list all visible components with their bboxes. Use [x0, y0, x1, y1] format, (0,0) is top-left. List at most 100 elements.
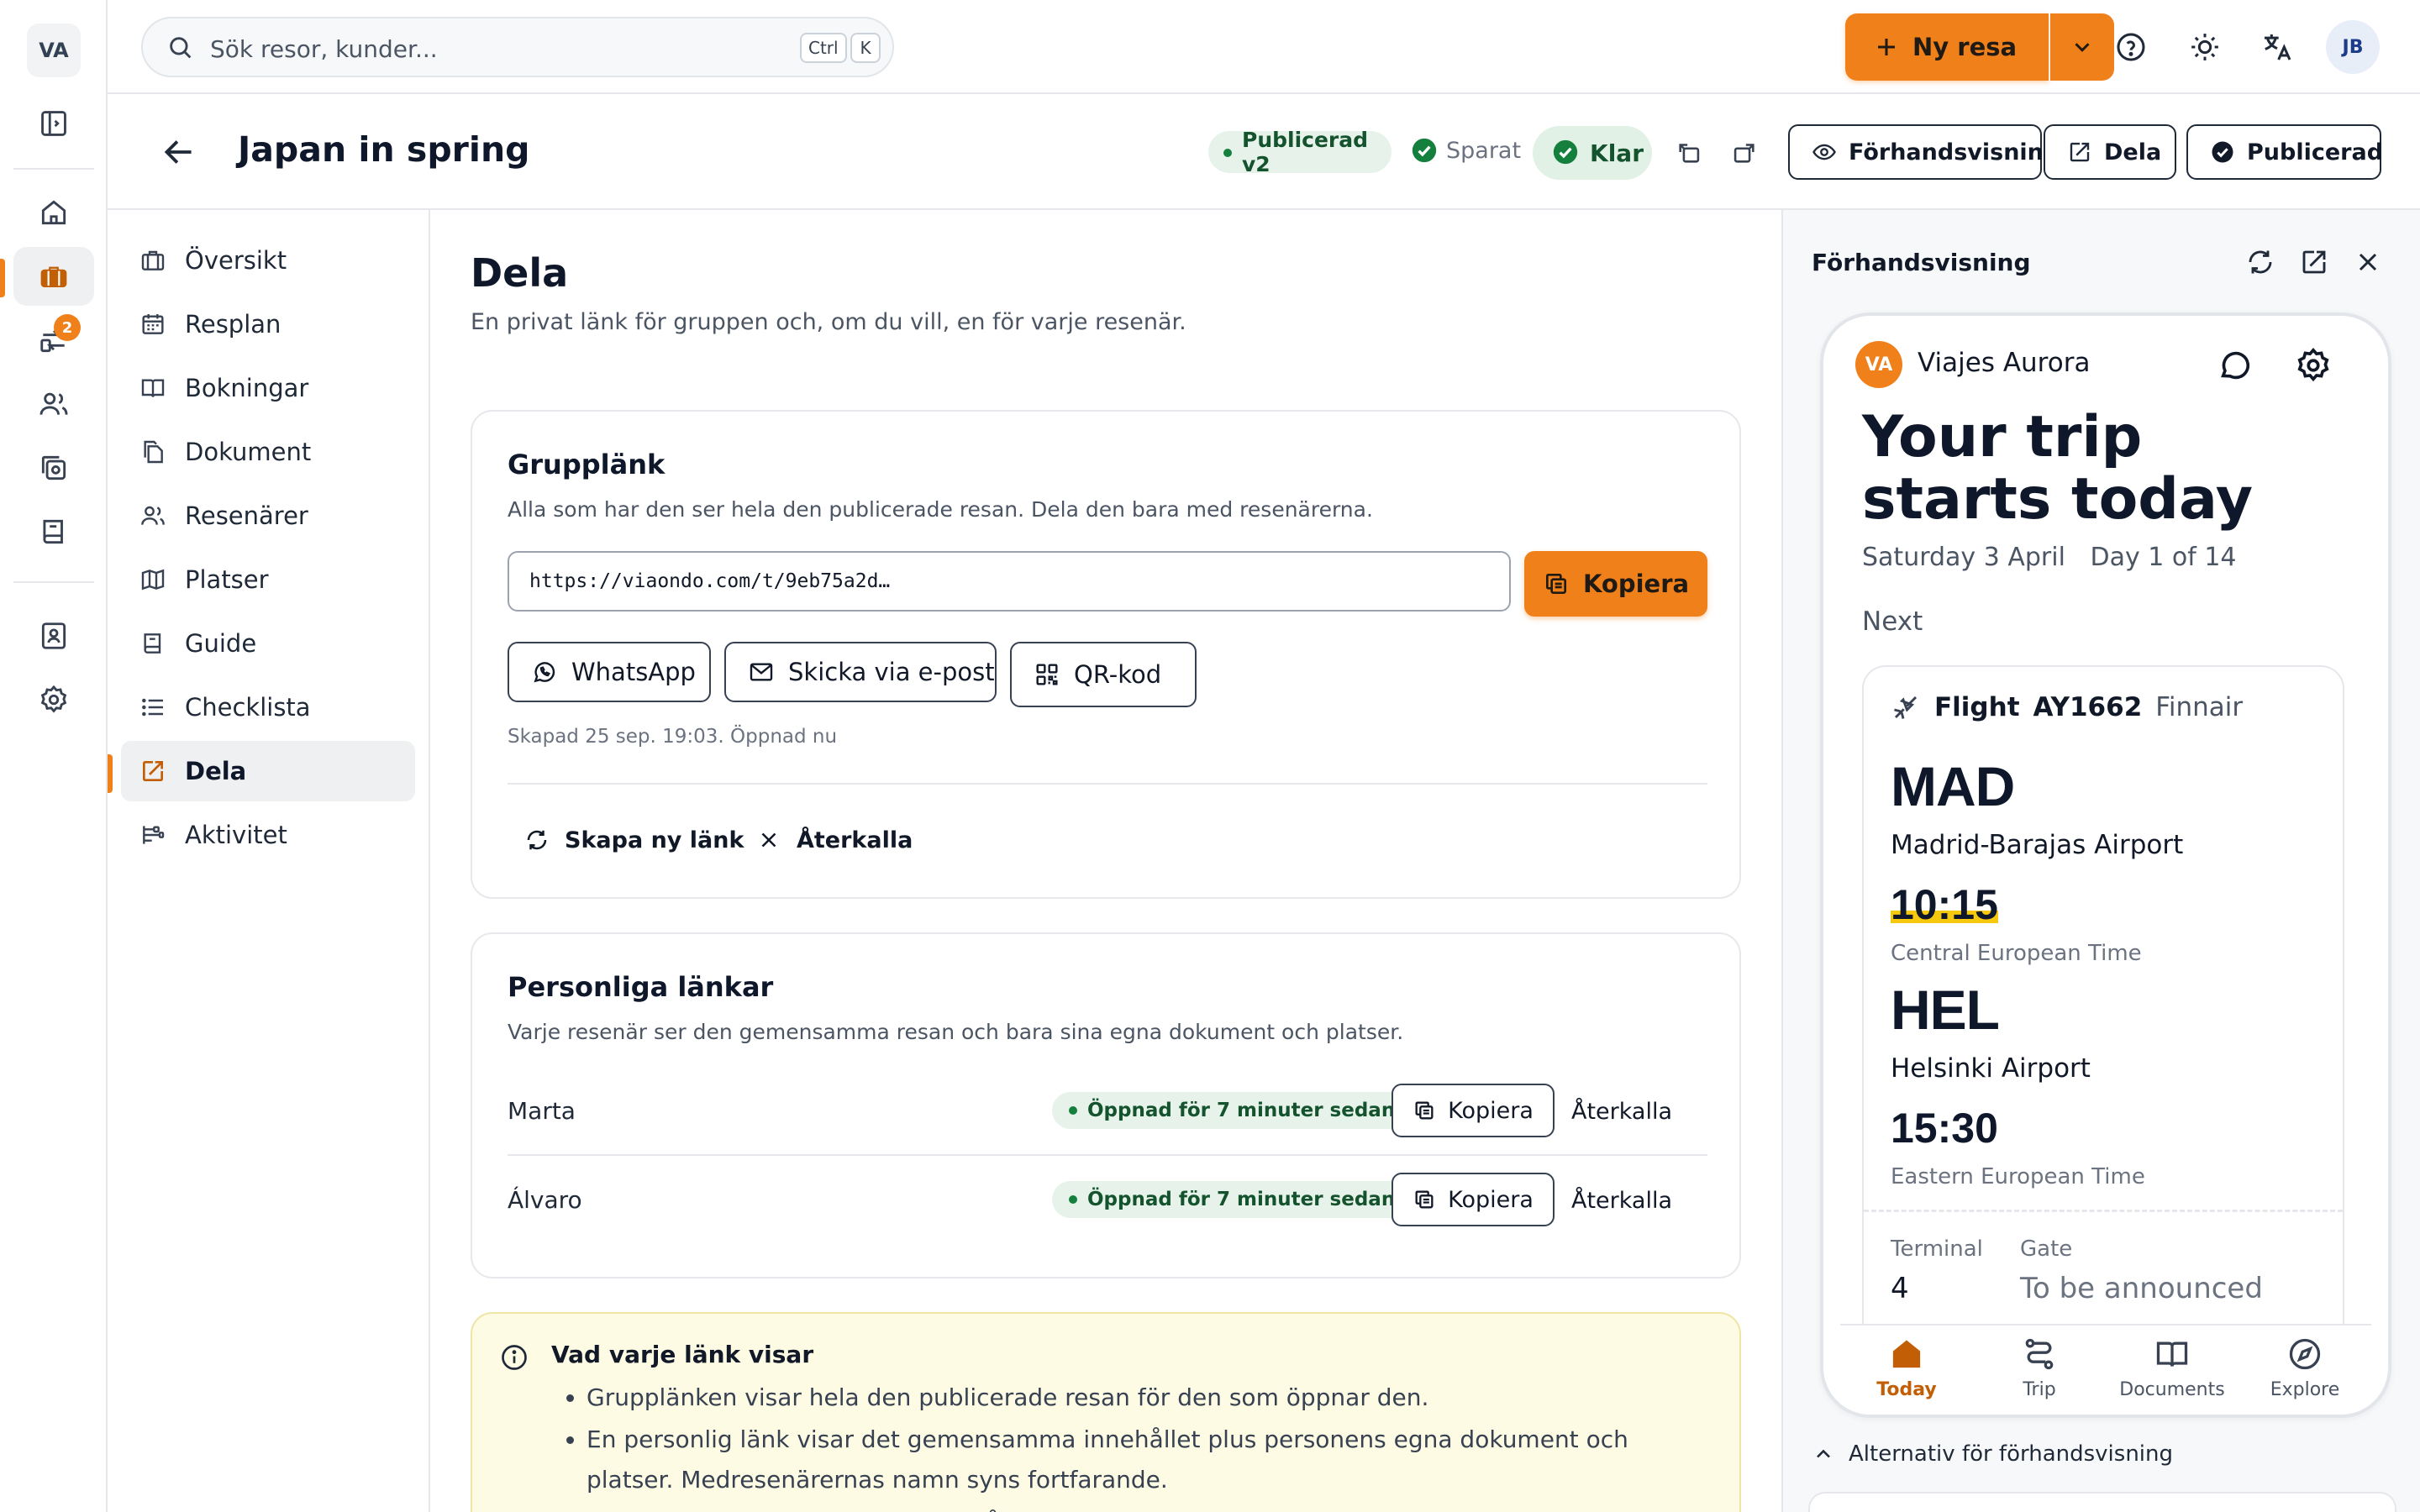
trip-section-nav: Översikt Resplan Bokningar Dokument Rese…: [108, 210, 430, 1512]
copy-personal-link-button[interactable]: Kopiera: [1392, 1173, 1555, 1226]
ready-status-button[interactable]: Klar: [1533, 126, 1652, 180]
nav-item-label: Guide: [185, 629, 257, 658]
revoke-personal-link-button[interactable]: Återkalla: [1571, 1099, 1672, 1125]
status-label: Öppnad för 7 minuter sedan: [1087, 1189, 1396, 1210]
saved-status: Sparat: [1446, 138, 1522, 164]
copy-icon: [1415, 1190, 1434, 1209]
airline-name: Finnair: [2155, 692, 2244, 722]
search-input[interactable]: Sök resor, kunder...: [210, 35, 438, 63]
rail-guides-button[interactable]: [13, 502, 94, 561]
chevron-up-icon: [1817, 1449, 1830, 1458]
rail-home-button[interactable]: [13, 183, 94, 242]
tab-today[interactable]: Today: [1840, 1336, 1973, 1400]
rail-active-indicator: [0, 259, 5, 297]
contacts-icon: [41, 622, 66, 649]
external-link-icon[interactable]: [2299, 247, 2329, 277]
arrival-airport: Helsinki Airport: [1891, 1053, 2091, 1084]
rail-transfers-button[interactable]: [13, 311, 94, 370]
ready-status-label: Klar: [1590, 139, 1644, 167]
status-dot: [1223, 149, 1232, 157]
flight-card[interactable]: Flight AY1662 Finnair MAD Madrid-Barajas…: [1862, 665, 2344, 1415]
rail-contacts-button[interactable]: [13, 606, 94, 665]
list-item: Grupplänken visar hela den publicerade r…: [587, 1378, 1712, 1418]
tab-trip[interactable]: Trip: [1973, 1336, 2106, 1400]
share-button[interactable]: Dela: [2044, 124, 2176, 180]
back-button[interactable]: [158, 131, 200, 173]
nav-item-activity[interactable]: Aktivitet: [121, 805, 415, 865]
nav-item-label: Dela: [185, 757, 247, 785]
section-title: Dela: [471, 250, 569, 296]
help-icon: [2117, 33, 2145, 61]
nav-item-label: Dokument: [185, 438, 312, 466]
flight-card-header: Flight AY1662 Finnair: [1891, 692, 2243, 722]
phone-screen: VA Viajes Aurora Your trip starts today …: [1823, 316, 2388, 1415]
document-icon: [144, 440, 163, 464]
published-button[interactable]: Publicerad: [2186, 124, 2383, 180]
revoke-group-link-button[interactable]: Återkalla: [756, 815, 913, 865]
create-new-link-button[interactable]: Skapa ny länk: [524, 815, 744, 865]
shortcut-ctrl-key: Ctrl: [800, 33, 847, 63]
app-rail: VA 2: [0, 0, 108, 1512]
arrival-timezone: Eastern European Time: [1891, 1164, 2145, 1189]
nav-item-bookings[interactable]: Bokningar: [121, 358, 415, 418]
redo-icon[interactable]: [1729, 138, 1758, 166]
nav-item-share[interactable]: Dela: [121, 741, 415, 801]
nav-item-guide[interactable]: Guide: [121, 613, 415, 674]
group-link-url-field[interactable]: https://viaondo.com/t/9eb75a2d…: [508, 551, 1511, 612]
new-link-label: Skapa ny länk: [565, 827, 744, 853]
preview-button[interactable]: Förhandsvisning: [1788, 124, 2060, 180]
global-search[interactable]: Sök resor, kunder... Ctrl K: [141, 17, 894, 77]
rail-divider: [13, 581, 94, 583]
page-title: Japan in spring: [238, 129, 530, 170]
revoke-personal-link-button[interactable]: Återkalla: [1571, 1188, 1672, 1214]
nav-item-overview[interactable]: Översikt: [121, 230, 415, 291]
copy-icon: [1545, 574, 1566, 594]
list-item: Interna anteckningar och utkast når aldr…: [587, 1502, 1712, 1512]
next-label: Next: [1862, 606, 1923, 637]
rail-customers-button[interactable]: [13, 375, 94, 433]
day-counter: Day 1 of 14: [2090, 543, 2237, 572]
user-avatar[interactable]: JB: [2326, 20, 2380, 74]
share-whatsapp-button[interactable]: WhatsApp: [508, 642, 711, 702]
theme-toggle-button[interactable]: [2183, 25, 2227, 69]
copy-icon: [1415, 1101, 1434, 1120]
language-button[interactable]: [2255, 25, 2299, 69]
rail-documents-button[interactable]: [13, 438, 94, 497]
gate-label: Gate: [2020, 1236, 2073, 1262]
help-button[interactable]: [2109, 25, 2153, 69]
translate-icon: [2265, 34, 2291, 60]
chat-icon[interactable]: [2217, 346, 2255, 385]
mail-icon: [750, 663, 773, 681]
qr-code-icon: [1036, 664, 1058, 685]
toggle-sidebar-button[interactable]: [13, 94, 94, 153]
sidebar-toggle-icon: [41, 111, 66, 136]
nav-item-documents[interactable]: Dokument: [121, 422, 415, 482]
qr-code-button[interactable]: QR-kod: [1010, 642, 1197, 707]
arrival-code: HEL: [1891, 979, 2000, 1041]
settings-icon[interactable]: [2294, 346, 2333, 385]
new-trip-dropdown-button[interactable]: [2050, 13, 2114, 81]
email-label: Skicka via e-post: [788, 658, 995, 686]
share-page: Dela En privat länk för gruppen och, om …: [430, 210, 1781, 1512]
copy-group-link-button[interactable]: Kopiera: [1524, 551, 1707, 617]
preview-options-toggle[interactable]: Alternativ för förhandsvisning: [1812, 1441, 2173, 1467]
copy-personal-link-button[interactable]: Kopiera: [1392, 1084, 1555, 1137]
nav-item-travellers[interactable]: Resenärer: [121, 486, 415, 546]
documents-icon: [2156, 1341, 2188, 1367]
send-email-button[interactable]: Skicka via e-post: [724, 642, 997, 702]
nav-item-checklist[interactable]: Checklista: [121, 677, 415, 738]
tab-documents[interactable]: Documents: [2106, 1336, 2238, 1400]
refresh-icon[interactable]: [2245, 247, 2275, 277]
close-icon[interactable]: [2353, 247, 2383, 277]
rail-trips-button[interactable]: [13, 247, 94, 306]
new-trip-button[interactable]: Ny resa: [1845, 13, 2049, 81]
tab-explore[interactable]: Explore: [2238, 1336, 2371, 1400]
rail-settings-button[interactable]: [13, 670, 94, 729]
copy-label: Kopiera: [1448, 1186, 1534, 1213]
date-label: Saturday 3 April: [1862, 543, 2065, 572]
arrow-left-icon: [164, 140, 192, 164]
undo-icon[interactable]: [1676, 138, 1704, 166]
agency-logo[interactable]: VA: [27, 24, 81, 77]
nav-item-itinerary[interactable]: Resplan: [121, 294, 415, 354]
nav-item-places[interactable]: Platser: [121, 549, 415, 610]
